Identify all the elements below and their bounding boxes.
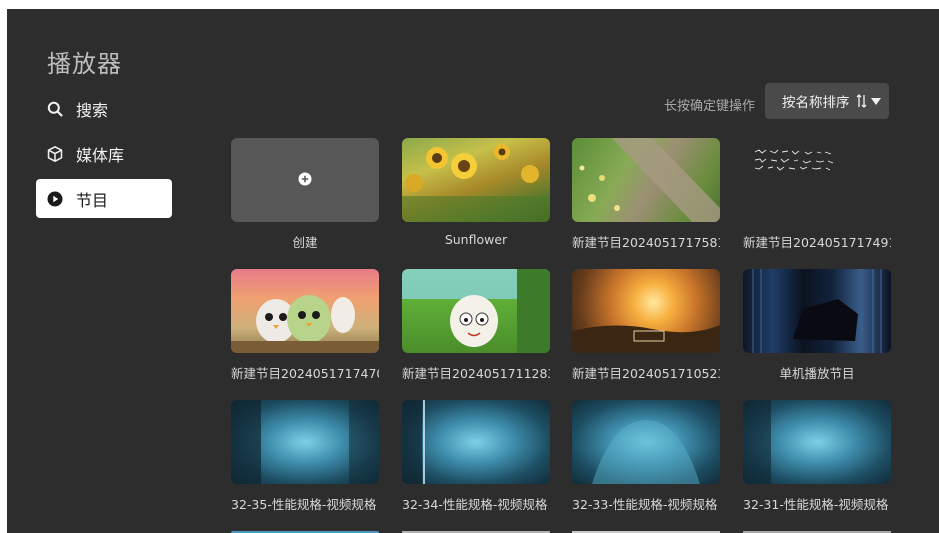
program-tile[interactable]: 32-34-性能规格-视频规格 xyxy=(402,400,550,513)
program-tile[interactable]: 新建节目20240517175812 xyxy=(572,138,720,251)
sort-label: 按名称排序 xyxy=(782,95,850,111)
program-thumbnail[interactable] xyxy=(231,269,379,353)
sidebar-item-search[interactable]: 搜索 xyxy=(36,89,172,128)
program-thumbnail[interactable] xyxy=(231,400,379,484)
program-tile[interactable]: 新建节目20240517105237 xyxy=(572,269,720,382)
program-label: 单机播放节目 xyxy=(779,366,855,381)
program-tile[interactable]: 新建节目20240517112833 xyxy=(402,269,550,382)
search-icon xyxy=(46,100,64,118)
program-thumbnail[interactable] xyxy=(572,138,720,222)
program-label: 32-35-性能规格-视频规格 xyxy=(231,497,377,512)
player-screen: 播放器 搜索 媒体库 节目 长按确定键操作 按名称排序 创建 Sunflower… xyxy=(7,9,939,533)
program-label: Sunflower xyxy=(444,232,508,247)
program-label: 新建节目20240517174917 xyxy=(743,235,891,250)
long-press-hint: 长按确定键操作 xyxy=(664,99,756,114)
program-label: 32-34-性能规格-视频规格 xyxy=(402,497,548,512)
program-tile[interactable]: 32-33-性能规格-视频规格 xyxy=(572,400,720,513)
cube-icon xyxy=(46,145,64,163)
sidebar-item-label: 节目 xyxy=(76,190,109,210)
program-label: 32-33-性能规格-视频规格 xyxy=(572,497,718,512)
program-tile[interactable]: 单机播放节目 xyxy=(743,269,891,382)
program-tile[interactable]: 新建节目20240517174705 xyxy=(231,269,379,382)
sort-order-icon xyxy=(856,94,868,108)
play-circle-icon xyxy=(46,190,64,208)
program-thumbnail[interactable] xyxy=(743,400,891,484)
program-label: 新建节目20240517105237 xyxy=(572,366,720,381)
program-tile[interactable]: 32-31-性能规格-视频规格 xyxy=(743,400,891,513)
sidebar-item-label: 搜索 xyxy=(76,100,109,120)
sort-dropdown[interactable]: 按名称排序 xyxy=(765,83,889,119)
chevron-down-icon xyxy=(870,97,881,105)
program-label: 新建节目20240517174705 xyxy=(231,366,379,381)
program-label: 新建节目20240517175812 xyxy=(572,235,720,250)
program-thumbnail[interactable] xyxy=(402,269,550,353)
program-thumbnail[interactable] xyxy=(743,138,891,222)
program-label: 32-31-性能规格-视频规格 xyxy=(743,497,889,512)
add-icon xyxy=(298,171,312,190)
program-tile[interactable]: 新建节目20240517174917 xyxy=(743,138,891,251)
sidebar-item-programs[interactable]: 节目 xyxy=(36,179,172,218)
app-title: 播放器 xyxy=(47,50,122,78)
sidebar-item-library[interactable]: 媒体库 xyxy=(36,134,172,173)
program-thumbnail[interactable] xyxy=(572,400,720,484)
program-tile[interactable]: 32-35-性能规格-视频规格 xyxy=(231,400,379,513)
create-program-button[interactable] xyxy=(231,138,379,222)
program-label: 新建节目20240517112833 xyxy=(402,366,550,381)
sidebar-item-label: 媒体库 xyxy=(76,145,125,165)
program-tile-create[interactable]: 创建 xyxy=(231,138,379,251)
program-tile[interactable]: Sunflower xyxy=(402,138,550,247)
program-thumbnail[interactable] xyxy=(402,400,550,484)
program-label: 创建 xyxy=(292,235,318,250)
program-thumbnail[interactable] xyxy=(572,269,720,353)
program-thumbnail[interactable] xyxy=(402,138,550,222)
program-thumbnail[interactable] xyxy=(743,269,891,353)
